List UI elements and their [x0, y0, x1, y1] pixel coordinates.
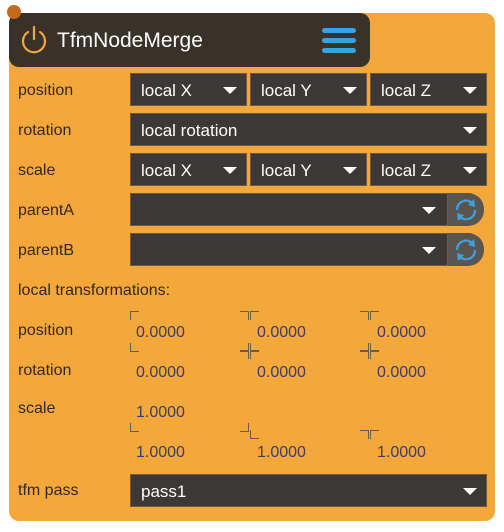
position-y-select[interactable]: local Y	[250, 73, 367, 106]
local-position-x-input[interactable]: 0.0000	[136, 323, 185, 343]
field-corner	[370, 430, 379, 439]
chevron-down-icon	[343, 87, 357, 94]
field-corner	[370, 311, 379, 320]
parentA-label: parentA	[18, 202, 75, 219]
position-x-value: local X	[141, 81, 193, 100]
local-position-y-input[interactable]: 0.0000	[257, 323, 306, 343]
scale-z-select[interactable]: local Z	[370, 153, 487, 186]
tfm-pass-label: tfm pass	[18, 482, 79, 499]
local-scale-y-input[interactable]: 1.0000	[257, 443, 306, 463]
tfm-pass-value: pass1	[141, 482, 187, 501]
field-corner	[240, 423, 249, 432]
local-position-label: position	[18, 322, 74, 339]
local-rotation-label: rotation	[18, 362, 72, 379]
local-scale-z-input[interactable]: 1.0000	[377, 443, 426, 463]
power-icon[interactable]	[19, 24, 49, 54]
position-label: position	[18, 82, 74, 99]
tfm-pass-select[interactable]: pass1	[130, 474, 487, 507]
field-corner	[130, 311, 139, 320]
local-position-z-input[interactable]: 0.0000	[377, 323, 426, 343]
position-y-value: local Y	[261, 81, 312, 100]
local-scale-label: scale	[18, 400, 56, 417]
field-corner	[130, 423, 139, 432]
field-corner	[240, 311, 249, 320]
local-rotation-y-input[interactable]: 0.0000	[257, 363, 306, 383]
local-rotation-x-input[interactable]: 0.0000	[136, 363, 185, 383]
field-corner	[370, 350, 379, 359]
parentA-refresh-button[interactable]	[448, 193, 484, 226]
chevron-down-icon	[463, 167, 477, 174]
parentB-refresh-button[interactable]	[448, 233, 484, 266]
scale-y-value: local Y	[261, 161, 312, 180]
scale-x-value: local X	[141, 161, 193, 180]
field-corner	[130, 343, 139, 352]
local-transformations-heading: local transformations:	[18, 282, 171, 299]
field-corner	[250, 350, 259, 359]
position-z-select[interactable]: local Z	[370, 73, 487, 106]
local-scale-uniform-input[interactable]: 1.0000	[136, 403, 185, 423]
field-corner	[250, 311, 259, 320]
parentB-label: parentB	[18, 242, 75, 259]
refresh-icon	[455, 199, 477, 221]
parentA-select[interactable]	[130, 193, 448, 226]
rotation-select[interactable]: local rotation	[130, 113, 487, 146]
chevron-down-icon	[223, 87, 237, 94]
refresh-icon	[455, 239, 477, 261]
scale-z-value: local Z	[381, 161, 432, 180]
field-corner	[240, 350, 249, 359]
field-corner	[360, 430, 369, 439]
rotation-label: rotation	[18, 122, 72, 139]
parentB-select[interactable]	[130, 233, 448, 266]
local-rotation-z-input[interactable]: 0.0000	[377, 363, 426, 383]
scale-y-select[interactable]: local Y	[250, 153, 367, 186]
position-x-select[interactable]: local X	[130, 73, 247, 106]
field-corner	[360, 311, 369, 320]
position-z-value: local Z	[381, 81, 432, 100]
field-corner	[250, 430, 259, 439]
connection-dot[interactable]	[7, 5, 21, 19]
hamburger-menu-icon[interactable]	[322, 28, 356, 54]
node-title: TfmNodeMerge	[57, 29, 203, 52]
scale-label: scale	[18, 162, 56, 179]
rotation-value: local rotation	[141, 121, 238, 140]
chevron-down-icon	[463, 127, 477, 134]
field-corner	[360, 350, 369, 359]
chevron-down-icon	[422, 247, 436, 254]
chevron-down-icon	[463, 87, 477, 94]
scale-x-select[interactable]: local X	[130, 153, 247, 186]
local-scale-x-input[interactable]: 1.0000	[136, 443, 185, 463]
chevron-down-icon	[422, 207, 436, 214]
chevron-down-icon	[343, 167, 357, 174]
chevron-down-icon	[463, 488, 477, 495]
chevron-down-icon	[223, 167, 237, 174]
